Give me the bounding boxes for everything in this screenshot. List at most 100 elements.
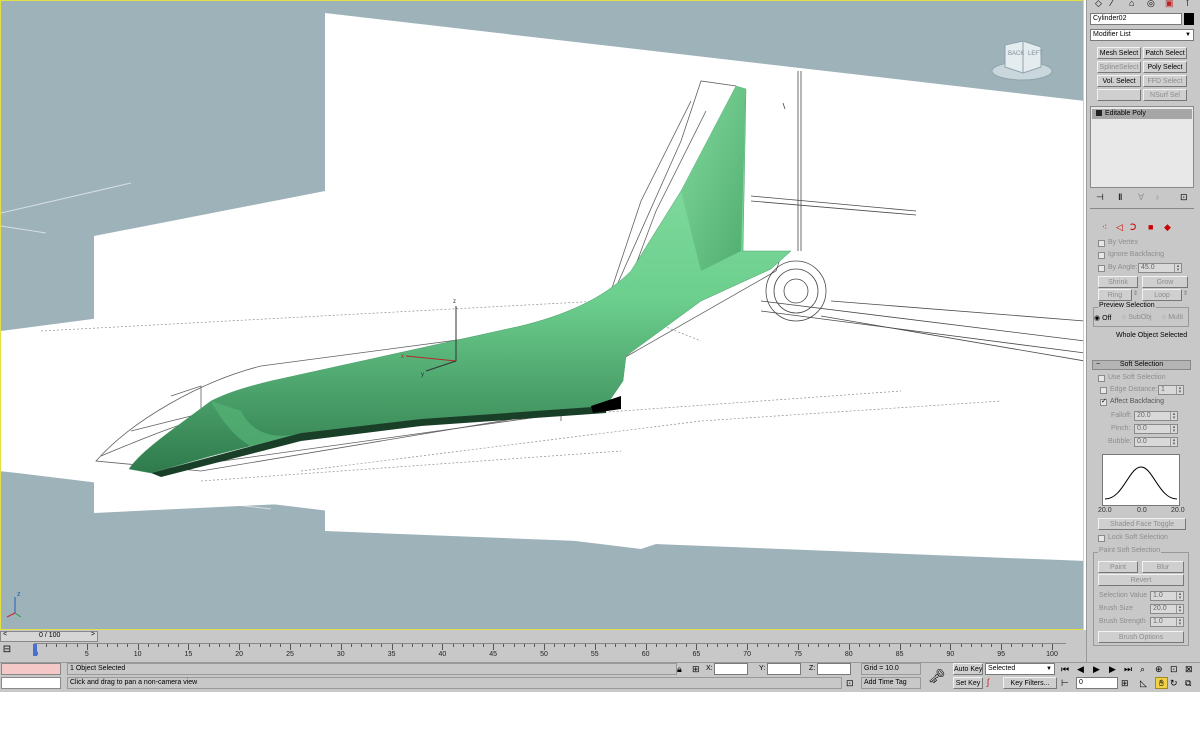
time-tag-icon[interactable]: ⊡ [846,678,854,688]
spinner-arrows-icon[interactable]: ▴ ▾ [1176,386,1183,395]
add-time-tag-button[interactable]: Add Time Tag [861,677,921,689]
zoom-extents-all-icon[interactable]: ⊠ [1185,664,1193,674]
auto-key-button[interactable]: Auto Key [953,663,983,675]
configure-modifier-sets-icon[interactable]: ⊡ [1180,192,1188,202]
falloff-spinner[interactable]: 20.0 ▴ ▾ [1134,411,1178,421]
modify-tab-icon[interactable]: ⁄ [1111,0,1113,8]
ignore-backfacing-checkbox[interactable] [1098,252,1105,259]
loop-spinner-icon[interactable]: ⇕ [1183,289,1188,299]
zoom-extents-icon[interactable]: ⊡ [1170,664,1178,674]
perspective-viewport[interactable]: z x y BACK LEFT z [0,0,1084,630]
field-of-view-icon[interactable]: ◺ [1140,678,1147,688]
maxscript-output-field[interactable] [1,677,61,689]
ffd-select-button[interactable]: FFD Select [1143,75,1187,87]
grow-button[interactable]: Grow [1142,276,1188,288]
object-name-field[interactable]: Cylinder02 [1090,13,1182,25]
preview-multi-radio[interactable]: ○ Multi [1162,314,1183,321]
brush-size-spinner[interactable]: 20.0 ▴ ▾ [1150,604,1184,614]
key-mode-toggle-icon[interactable]: ⊢ [1061,678,1069,688]
display-tab-icon[interactable]: ▣ [1165,0,1174,8]
go-to-start-icon[interactable]: ⏮︎ [1061,664,1069,674]
spinner-arrows-icon[interactable]: ▴ ▾ [1170,425,1177,434]
revert-button[interactable]: Revert [1098,574,1184,586]
paint-button[interactable]: Paint [1098,561,1138,573]
time-configuration-icon[interactable]: ⊞ [1121,678,1129,688]
hierarchy-tab-icon[interactable]: ⌂ [1129,0,1134,8]
zoom-all-icon[interactable]: ⊕ [1155,664,1163,674]
spline-select-button[interactable]: SplineSelect [1097,61,1141,73]
vol-select-button[interactable]: Vol. Select [1097,75,1141,87]
spinner-arrows-icon[interactable]: ▴ ▾ [1174,264,1181,273]
key-filters-button[interactable]: Key Filters... [1003,677,1057,689]
poly-select-button[interactable]: Poly Select [1143,61,1187,73]
blur-button[interactable]: Blur [1142,561,1184,573]
polygon-icon[interactable]: ■ [1148,222,1153,232]
play-icon[interactable]: ▶ [1093,664,1100,674]
expand-icon[interactable] [1096,110,1102,117]
remove-modifier-icon[interactable]: ♁ [1154,192,1161,202]
patch-select-button[interactable]: Patch Select [1143,47,1187,59]
next-frame-icon[interactable]: ▶ [1109,664,1116,674]
set-key-key-icon[interactable]: 🗝︎ [924,663,950,689]
spinner-arrows-icon[interactable]: ▴ ▾ [1176,605,1183,614]
spinner-arrows-icon[interactable]: ▴ ▾ [1176,592,1183,601]
spinner-arrows-icon[interactable]: ▴ ▾ [1176,618,1183,627]
edge-distance-checkbox[interactable] [1100,387,1107,394]
set-key-button[interactable]: Set Key [953,677,983,689]
lock-selection-icon[interactable]: 🔒︎ [677,664,682,674]
shaded-face-toggle-button[interactable]: Shaded Face Toggle [1098,518,1186,530]
element-icon[interactable]: ◆ [1164,222,1171,232]
time-slider-prev-icon[interactable]: < [3,631,7,638]
lock-soft-selection-checkbox[interactable] [1098,535,1105,542]
vertex-icon[interactable]: ⁖ [1102,222,1107,232]
make-unique-icon[interactable]: ∀ [1138,192,1144,202]
create-tab-icon[interactable]: ◇ [1095,0,1102,8]
brush-options-button[interactable]: Brush Options [1098,631,1184,643]
stack-item[interactable]: Editable Poly [1092,109,1192,119]
ring-button[interactable]: Ring [1098,289,1132,301]
pinch-spinner[interactable]: 0.0 ▴ ▾ [1134,424,1178,434]
previous-frame-icon[interactable]: ◀ [1077,664,1084,674]
pan-view-icon[interactable]: ✋︎ [1155,677,1168,689]
go-to-end-icon[interactable]: ⏭︎ [1124,664,1132,674]
loop-button[interactable]: Loop [1142,289,1182,301]
mesh-select-button[interactable]: Mesh Select [1097,47,1141,59]
z-coordinate-field[interactable] [817,663,851,675]
orbit-icon[interactable]: ↻ [1170,678,1178,688]
preview-off-radio[interactable]: ◉ Off [1094,314,1111,322]
ring-spinner-icon[interactable]: ⇕ [1133,289,1138,299]
by-angle-checkbox[interactable] [1098,265,1105,272]
border-icon[interactable]: Ↄ [1130,222,1136,232]
current-frame-field[interactable]: 0 [1076,677,1118,689]
spinner-arrows-icon[interactable]: ▴ ▾ [1170,412,1177,421]
utilities-tab-icon[interactable]: ⊺ [1185,0,1190,8]
track-bar[interactable]: 0510152025303540455055606570758085909510… [34,643,1066,662]
viewcube-left-label[interactable]: LEFT [1028,51,1043,57]
bubble-spinner[interactable]: 0.0 ▴ ▾ [1134,437,1178,447]
affect-backfacing-checkbox[interactable] [1100,397,1107,406]
preview-subobj-radio[interactable]: ○ SubObj [1122,314,1152,321]
time-slider-next-icon[interactable]: > [91,631,95,638]
absolute-mode-icon[interactable]: ⊞ [692,664,700,674]
viewcube[interactable]: BACK LEFT [991,33,1053,83]
brush-strength-spinner[interactable]: 1.0 ▴ ▾ [1150,617,1184,627]
track-bar-toggle-icon[interactable]: ⊟ [0,643,14,657]
by-angle-spinner[interactable]: 45.0 ▴ ▾ [1138,263,1182,273]
shrink-button[interactable]: Shrink [1098,276,1138,288]
use-soft-selection-checkbox[interactable] [1098,375,1105,382]
default-in-out-tangents-icon[interactable]: ʃ [987,677,989,687]
maxscript-listener-field[interactable] [1,663,61,675]
maximize-viewport-icon[interactable]: ⧉ [1185,678,1191,688]
object-color-swatch[interactable] [1184,13,1194,25]
motion-tab-icon[interactable]: ◎ [1147,0,1155,8]
time-slider[interactable]: < 0 / 100 > [0,631,98,642]
spinner-arrows-icon[interactable]: ▴ ▾ [1170,438,1177,447]
current-frame-marker[interactable] [33,644,37,656]
x-coordinate-field[interactable] [714,663,748,675]
y-coordinate-field[interactable] [767,663,801,675]
soft-selection-rollout-header[interactable]: − Soft Selection [1092,360,1191,370]
viewcube-back-label[interactable]: BACK [1008,51,1024,57]
pin-stack-icon[interactable]: ⊣ [1096,192,1104,202]
selection-value-spinner[interactable]: 1.0 ▴ ▾ [1150,591,1184,601]
key-mode-dropdown[interactable]: Selected ▼ [985,663,1055,675]
